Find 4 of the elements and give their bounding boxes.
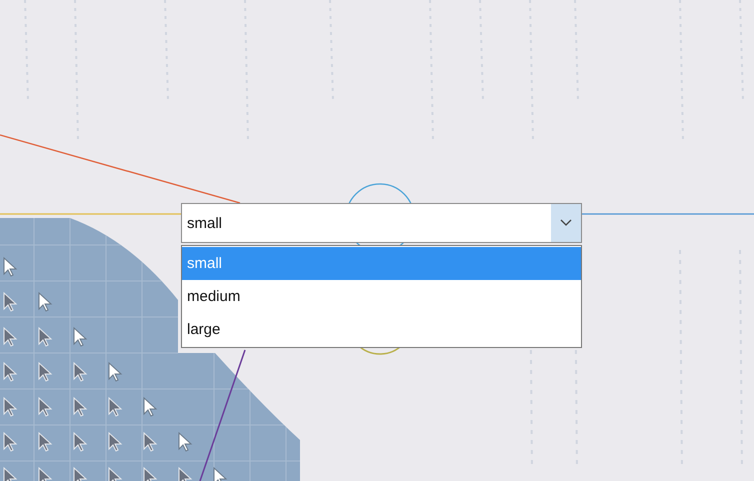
dropdown-option[interactable]: medium bbox=[182, 280, 581, 313]
size-dropdown[interactable]: small bbox=[181, 203, 582, 243]
dropdown-option[interactable]: large bbox=[182, 313, 581, 346]
chevron-down-icon bbox=[560, 219, 572, 227]
